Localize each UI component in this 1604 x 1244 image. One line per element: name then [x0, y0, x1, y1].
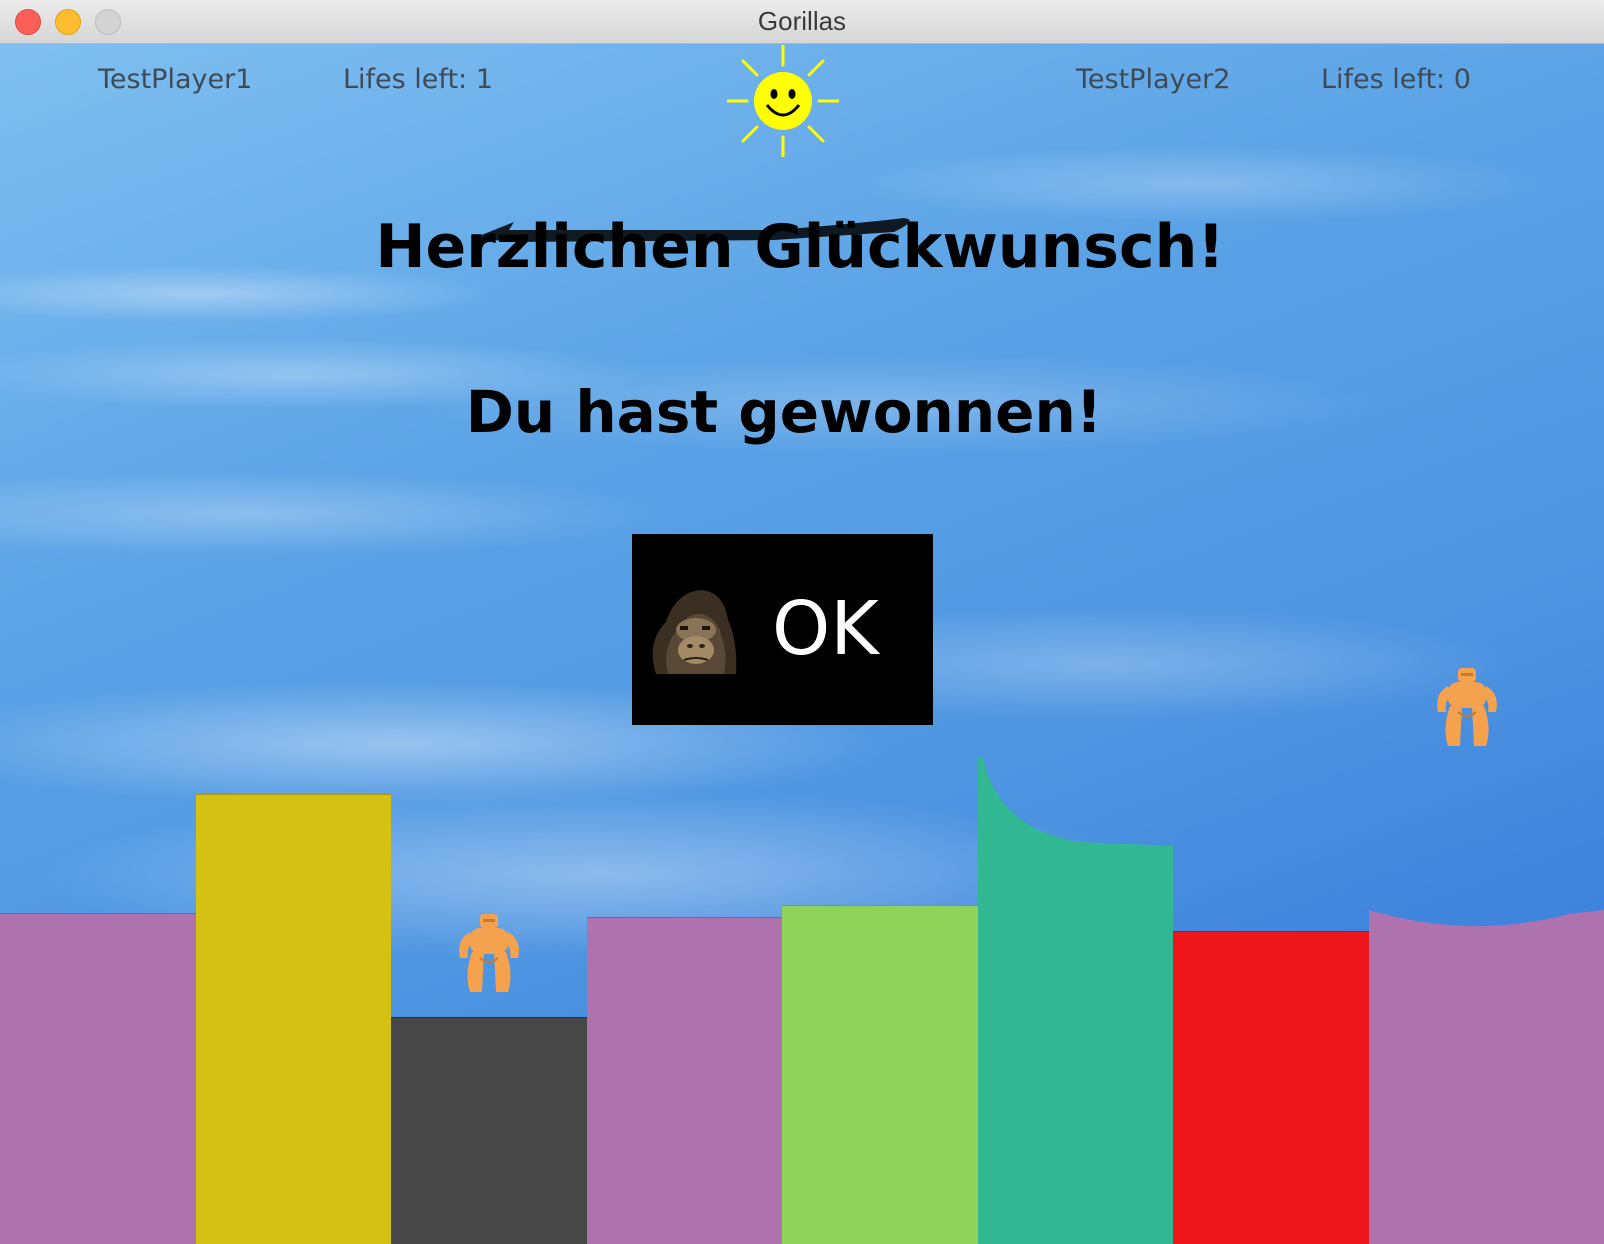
smiling-sun-icon — [727, 45, 839, 157]
player2-name: TestPlayer2 — [1076, 64, 1231, 95]
building-2 — [196, 794, 391, 1244]
ok-button[interactable]: OK — [632, 534, 933, 725]
title-bar: Gorillas — [0, 0, 1604, 44]
building-1 — [0, 913, 196, 1244]
player1-lifes: Lifes left: 1 — [343, 64, 493, 95]
window-title: Gorillas — [757, 6, 847, 36]
building-8 — [1369, 910, 1604, 1244]
building-4 — [587, 917, 782, 1244]
building-6 — [978, 758, 1173, 1244]
gorilla-face-icon — [652, 590, 737, 674]
building-7 — [1173, 931, 1369, 1244]
player1-gorilla — [459, 914, 519, 992]
ok-button-label: OK — [772, 586, 879, 672]
winner-message: Du hast gewonnen! — [465, 378, 1103, 446]
building-5 — [782, 905, 978, 1244]
building-3 — [391, 1017, 587, 1244]
game-scene: TestPlayer1 Lifes left: 1 TestPlayer2 Li… — [0, 44, 1604, 1244]
player1-name: TestPlayer1 — [98, 64, 253, 95]
player2-lifes: Lifes left: 0 — [1321, 64, 1471, 95]
player2-gorilla — [1437, 668, 1497, 746]
game-window: Gorillas TestPlayer1 Lifes left: 1 TestP… — [0, 0, 1604, 1244]
flying-banana-streak — [474, 218, 910, 242]
